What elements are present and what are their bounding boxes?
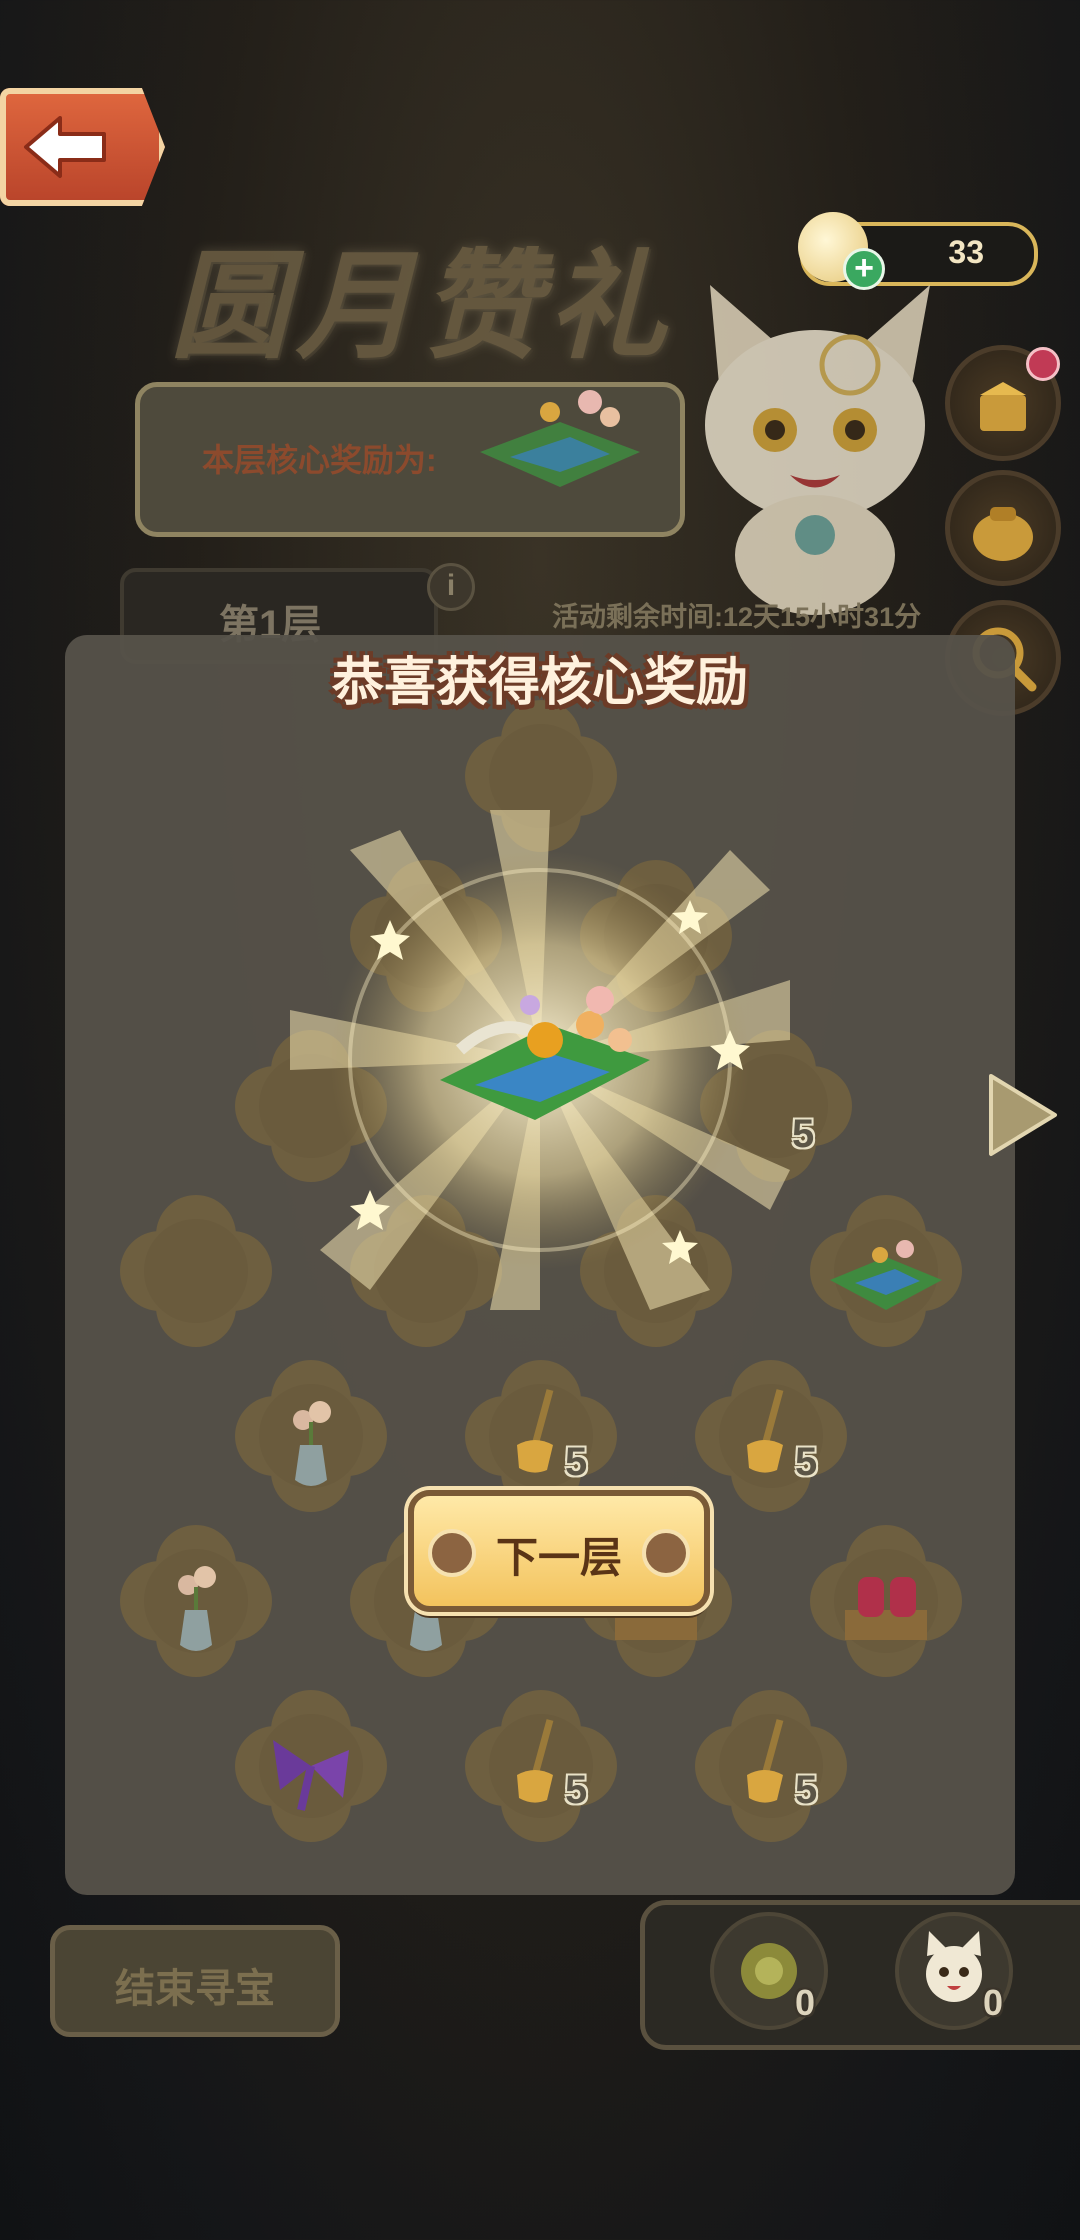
core-reward-label: 本层核心奖励为: (202, 442, 437, 478)
next-floor-button[interactable]: 下一层 (408, 1490, 710, 1612)
treasure-bag-icon[interactable] (945, 470, 1061, 586)
cell-hidden[interactable] (110, 1185, 282, 1357)
cell-vase[interactable] (225, 1350, 397, 1522)
cell-broom[interactable] (685, 1680, 857, 1852)
notification-dot (1026, 347, 1060, 381)
next-floor-label: 下一层 (495, 1534, 622, 1581)
end-treasure-hunt-button[interactable]: 结束寻宝 (50, 1925, 340, 2037)
cell-garden-reward[interactable] (800, 1185, 972, 1357)
cell-bow[interactable] (225, 1680, 397, 1852)
cell-hidden[interactable] (340, 850, 512, 1022)
back-button[interactable] (0, 88, 165, 206)
add-currency-button[interactable]: + (843, 248, 885, 290)
item-count: 5 (795, 1440, 818, 1484)
item-count: 5 (792, 1112, 815, 1156)
item-count: 5 (565, 1440, 588, 1484)
event-title: 圆月赞礼 (170, 236, 675, 375)
fox-mascot (705, 285, 930, 615)
tool-count: 0 (983, 1982, 1004, 2023)
cell-vase[interactable] (110, 1515, 282, 1687)
arrow-left-icon (24, 116, 106, 178)
cell-potion[interactable] (800, 1515, 972, 1687)
cell-hidden[interactable] (225, 1020, 397, 1192)
item-count: 5 (795, 1768, 818, 1812)
cell-hidden[interactable] (455, 690, 627, 862)
next-page-arrow-icon[interactable] (983, 1070, 1063, 1160)
tool-tray (640, 1900, 1080, 2050)
cell-broom[interactable] (685, 1350, 857, 1522)
currency-value: 33 (948, 234, 984, 270)
cell-broom[interactable] (690, 1020, 862, 1192)
info-icon[interactable]: i (427, 563, 475, 611)
cell-potion[interactable] (340, 1185, 512, 1357)
cell-potion[interactable] (570, 1185, 742, 1357)
end-treasure-label: 结束寻宝 (115, 1967, 275, 2011)
congrats-banner: 恭喜获得核心奖励 (331, 654, 748, 712)
garden-bridge-reward-thumbnail (480, 390, 640, 487)
tool-count: 0 (795, 1982, 816, 2023)
cell-broom[interactable] (455, 1680, 627, 1852)
item-count: 5 (565, 1768, 588, 1812)
event-timer: 活动剩余时间:12天15小时31分 (552, 602, 922, 632)
cell-hidden[interactable] (570, 850, 742, 1022)
